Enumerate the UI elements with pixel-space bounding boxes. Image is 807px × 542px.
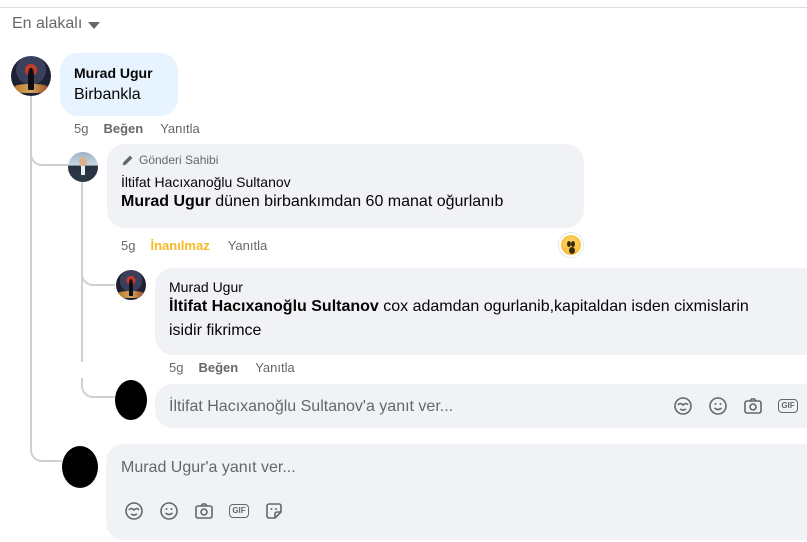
reaction-button[interactable]: İnanılmaz [150, 238, 209, 253]
emoji-icon[interactable] [707, 395, 729, 417]
avatar-sticker-icon[interactable] [123, 500, 145, 522]
author-badge: Gönderi Sahibi [121, 153, 570, 167]
thread-connector-reply1 [30, 148, 68, 166]
reply-author[interactable]: İltifat Hacıxanoğlu Sultanov [121, 174, 570, 190]
reply-input-inner[interactable]: İltifat Hacıxanoğlu Sultanov'a yanıt ver… [155, 384, 807, 428]
reply-actions: 5g İnanılmaz Yanıtla [121, 238, 267, 253]
thread-connector-input-inner [81, 378, 115, 398]
mention-link[interactable]: İltifat Hacıxanoğlu Sultanov [169, 298, 379, 315]
mention-link[interactable]: Murad Ugur [121, 193, 211, 210]
reply-time[interactable]: 5g [169, 360, 183, 375]
reply-bubble: Murad Ugur İltifat Hacıxanoğlu Sultanov … [155, 268, 807, 355]
reply-time[interactable]: 5g [121, 238, 135, 253]
reply-text: Murad Ugur dünen birbankımdan 60 manat o… [121, 190, 570, 214]
avatar[interactable] [116, 270, 146, 300]
reply-bubble: Gönderi Sahibi İltifat Hacıxanoğlu Sulta… [107, 144, 584, 228]
avatar [115, 380, 147, 420]
input-tools: GIF [672, 395, 799, 417]
reply-button[interactable]: Yanıtla [160, 121, 200, 136]
camera-icon[interactable] [742, 395, 764, 417]
comment-bubble: Murad Ugur Birbankla [60, 53, 178, 116]
gif-icon[interactable]: GIF [228, 500, 250, 522]
pencil-icon [122, 155, 133, 165]
reply-author[interactable]: Murad Ugur [169, 279, 801, 295]
sticker-icon[interactable] [263, 500, 285, 522]
reply-input-placeholder: İltifat Hacıxanoğlu Sultanov'a yanıt ver… [169, 398, 454, 415]
reply-actions: 5g Beğen Yanıtla [169, 360, 295, 375]
comment-text: Birbankla [74, 86, 141, 103]
avatar[interactable] [11, 56, 51, 96]
avatar [62, 446, 98, 488]
reply-input-placeholder: Murad Ugur'a yanıt ver... [121, 459, 296, 476]
thread-connector-input-outer [30, 440, 62, 462]
comment-author[interactable]: Murad Ugur [74, 65, 164, 81]
reply-button[interactable]: Yanıtla [228, 238, 268, 253]
avatar-sticker-icon[interactable] [672, 395, 694, 417]
top-divider [0, 7, 807, 8]
avatar[interactable] [68, 152, 98, 182]
sort-label: En alakalı [12, 15, 83, 32]
reply-text: İltifat Hacıxanoğlu Sultanov cox adamdan… [169, 295, 769, 343]
thread-connector-reply2 [81, 268, 115, 286]
like-button[interactable]: Beğen [198, 360, 238, 375]
badge-label: Gönderi Sahibi [139, 153, 219, 167]
comment-actions: 5g Beğen Yanıtla [74, 121, 200, 136]
gif-label: GIF [229, 504, 249, 518]
reply-body: dünen birbankımdan 60 manat oğurlanıb [210, 193, 504, 210]
gif-label: GIF [778, 399, 798, 413]
comment-time[interactable]: 5g [74, 121, 88, 136]
caret-down-icon [88, 22, 101, 29]
reply-input-outer[interactable]: Murad Ugur'a yanıt ver... GIF [106, 444, 807, 540]
emoji-icon[interactable] [158, 500, 180, 522]
reply-button[interactable]: Yanıtla [255, 360, 295, 375]
wow-emoji-icon[interactable] [559, 233, 583, 257]
sort-dropdown[interactable]: En alakalı [12, 15, 101, 33]
camera-icon[interactable] [193, 500, 215, 522]
like-button[interactable]: Beğen [103, 121, 143, 136]
input-tools: GIF [123, 500, 285, 522]
gif-icon[interactable]: GIF [777, 395, 799, 417]
